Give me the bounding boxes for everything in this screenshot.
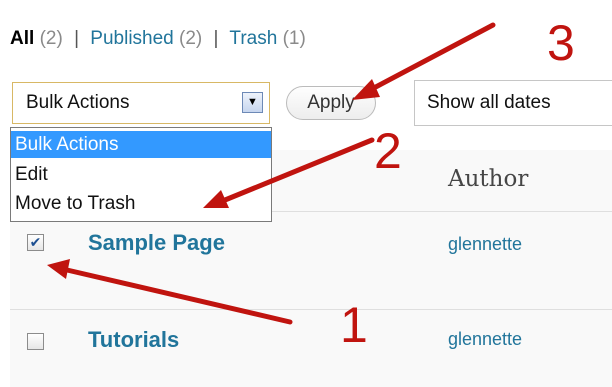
arrow-head-icon [352, 79, 380, 100]
arrow-to-apply [367, 22, 496, 93]
annotation-arrows [47, 22, 496, 325]
arrow-to-move-to-trash [222, 137, 375, 203]
arrow-to-checkbox [64, 267, 293, 325]
arrow-head-icon [47, 259, 70, 279]
